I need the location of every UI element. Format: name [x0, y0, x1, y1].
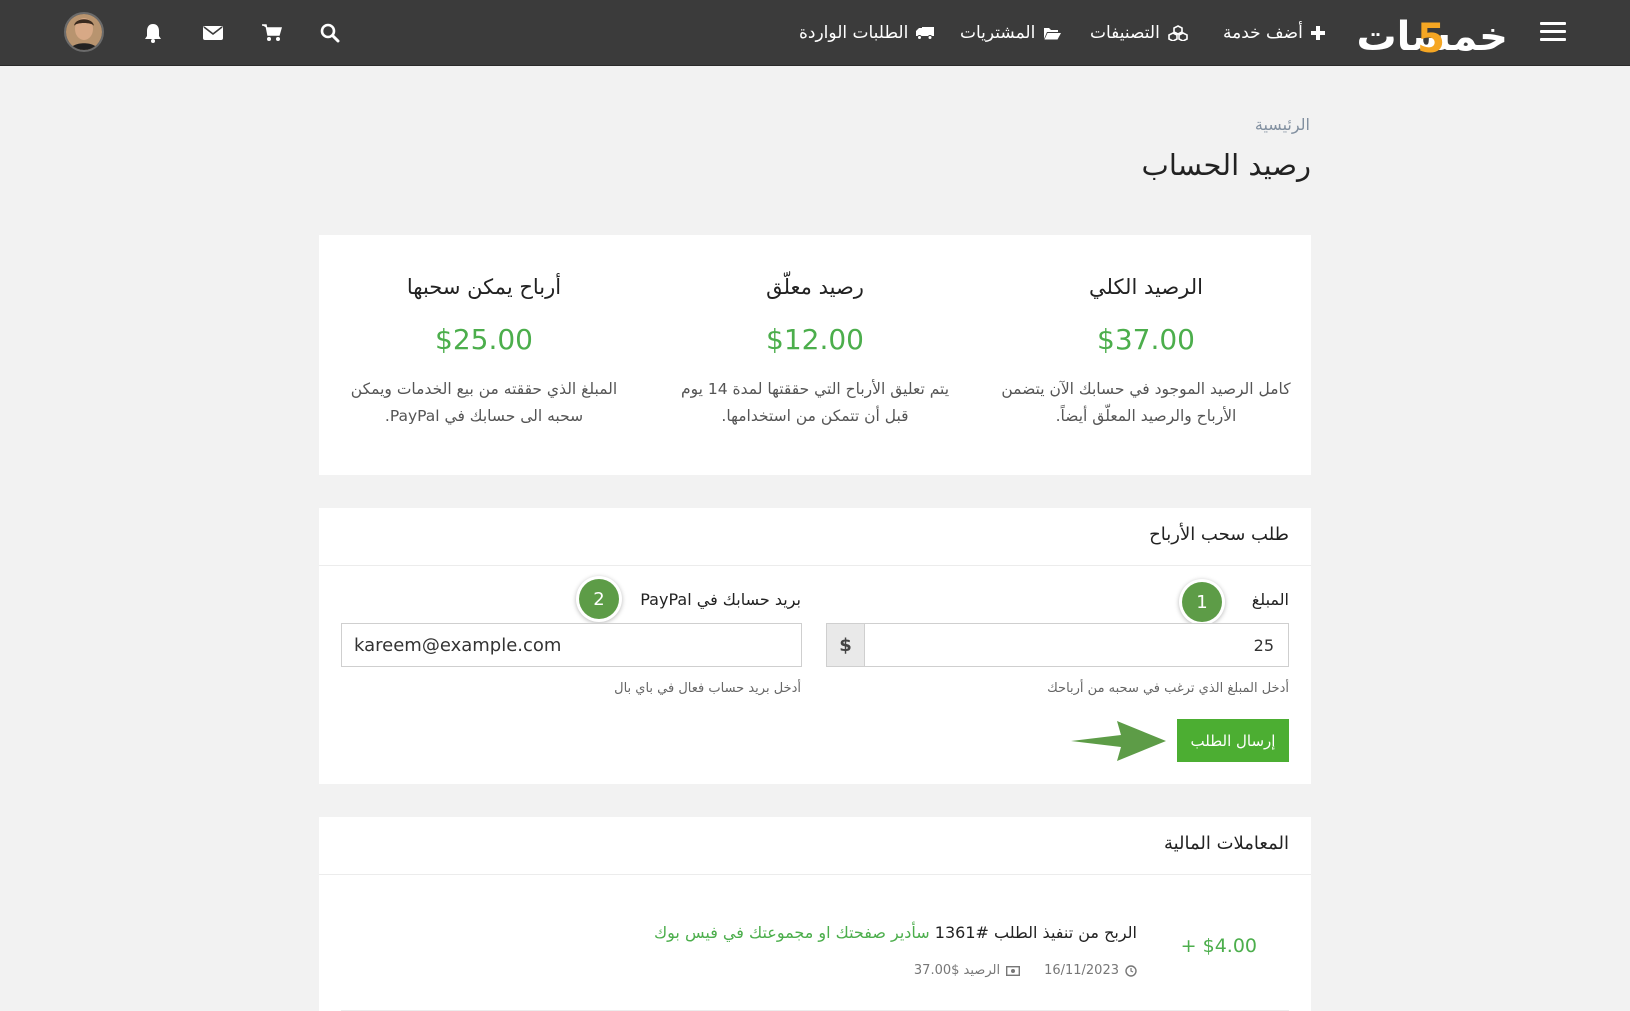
page-title: رصيد الحساب [1141, 148, 1311, 182]
transactions-card: المعاملات المالية + $4.00 الربح من تنفيذ… [319, 817, 1311, 1011]
paypal-email-label: بريد حسابك في PayPal [640, 590, 801, 609]
withdraw-card-title: طلب سحب الأرباح [1149, 524, 1289, 545]
withdrawable-balance-value: $25.00 [435, 323, 533, 356]
withdraw-card-header: طلب سحب الأرباح [319, 508, 1311, 566]
pending-balance-description: يتم تعليق الأرباح التي حققتها لمدة 14 يو… [680, 380, 950, 425]
total-balance-description: كامل الرصيد الموجود في حسابك الآن يتضمن … [1001, 380, 1291, 425]
total-balance-title: الرصيد الكلي [1089, 275, 1203, 299]
truck-icon [916, 27, 935, 40]
nav-incoming-orders[interactable]: الطلبات الواردة [799, 0, 935, 66]
step-badge-2: 2 [579, 579, 619, 619]
bell-icon[interactable] [141, 21, 165, 45]
transaction-title-prefix: الربح من تنفيذ الطلب #1361 [934, 923, 1137, 942]
nav-incoming-orders-label: الطلبات الواردة [799, 23, 909, 43]
folder-open-icon [1044, 28, 1062, 40]
arrow-pointer-icon [1071, 721, 1166, 761]
breadcrumb-home[interactable]: الرئيسية [1255, 115, 1310, 134]
transaction-service-link[interactable]: سأدير صفحتك او مجموعتك في فيس بوك [654, 923, 930, 942]
plus-icon [1310, 26, 1325, 40]
svg-text:5: 5 [1417, 16, 1445, 56]
search-icon[interactable] [318, 21, 342, 45]
transactions-card-header: المعاملات المالية [319, 817, 1311, 875]
transaction-meta: 16/11/2023 الرصيد $37.00 [914, 963, 1137, 978]
envelope-icon[interactable] [201, 21, 225, 45]
total-balance-value: $37.00 [1097, 323, 1195, 356]
amount-input[interactable] [865, 624, 1288, 666]
currency-addon: $ [827, 624, 865, 666]
cubes-icon [1168, 25, 1188, 41]
step-badge-1: 1 [1182, 582, 1222, 622]
withdrawable-balance-column: أرباح يمكن سحبها $25.00 المبلغ الذي حققت… [319, 235, 649, 475]
khamsat-logo[interactable]: خمسات 5 [1348, 10, 1510, 56]
withdrawable-balance-title: أرباح يمكن سحبها [406, 275, 562, 299]
user-avatar[interactable] [64, 12, 104, 52]
nav-categories-label: التصنيفات [1090, 23, 1160, 43]
balance-summary-card: الرصيد الكلي $37.00 كامل الرصيد الموجود … [319, 235, 1311, 475]
pending-balance-column: رصيد معلّق $12.00 يتم تعليق الأرباح التي… [650, 235, 980, 475]
cart-icon[interactable] [260, 21, 284, 45]
money-icon [1006, 965, 1021, 976]
total-balance-column: الرصيد الكلي $37.00 كامل الرصيد الموجود … [981, 235, 1311, 475]
transactions-card-title: المعاملات المالية [1163, 833, 1289, 854]
transaction-date: 16/11/2023 [1044, 963, 1119, 978]
nav-categories[interactable]: التصنيفات [1090, 0, 1188, 66]
paypal-email-help-text: أدخل بريد حساب فعال في باي بال [614, 681, 801, 696]
pending-balance-title: رصيد معلّق [766, 275, 864, 299]
transaction-balance: الرصيد $37.00 [913, 963, 1001, 978]
avatar-image [66, 14, 102, 50]
transaction-title: الربح من تنفيذ الطلب #1361 سأدير صفحتك ا… [654, 923, 1137, 942]
submit-withdraw-button[interactable]: إرسال الطلب [1177, 719, 1289, 762]
amount-label: المبلغ [1251, 590, 1289, 609]
hamburger-menu-icon[interactable] [1540, 22, 1566, 44]
withdrawable-balance-description: المبلغ الذي حققته من بيع الخدمات ويمكن س… [350, 380, 618, 425]
nav-purchases-label: المشتريات [960, 23, 1036, 43]
clock-icon [1125, 964, 1137, 977]
nav-add-service[interactable]: أضف خدمة [1223, 0, 1325, 66]
pending-balance-value: $12.00 [766, 323, 864, 356]
transaction-amount: + $4.00 [1180, 935, 1257, 957]
paypal-email-input[interactable] [341, 623, 802, 667]
transaction-row: + $4.00 الربح من تنفيذ الطلب #1361 سأدير… [341, 875, 1289, 1011]
nav-purchases[interactable]: المشتريات [960, 0, 1062, 66]
amount-input-group: $ [826, 623, 1289, 667]
amount-help-text: أدخل المبلغ الذي ترغب في سحبه من أرباحك [1047, 681, 1289, 696]
top-navbar: خمسات 5 أضف خدمة التصنيفات المشتريات الط… [0, 0, 1630, 66]
nav-add-service-label: أضف خدمة [1223, 23, 1303, 43]
withdraw-request-card: طلب سحب الأرباح المبلغ 1 $ أدخل المبلغ ا… [319, 508, 1311, 784]
